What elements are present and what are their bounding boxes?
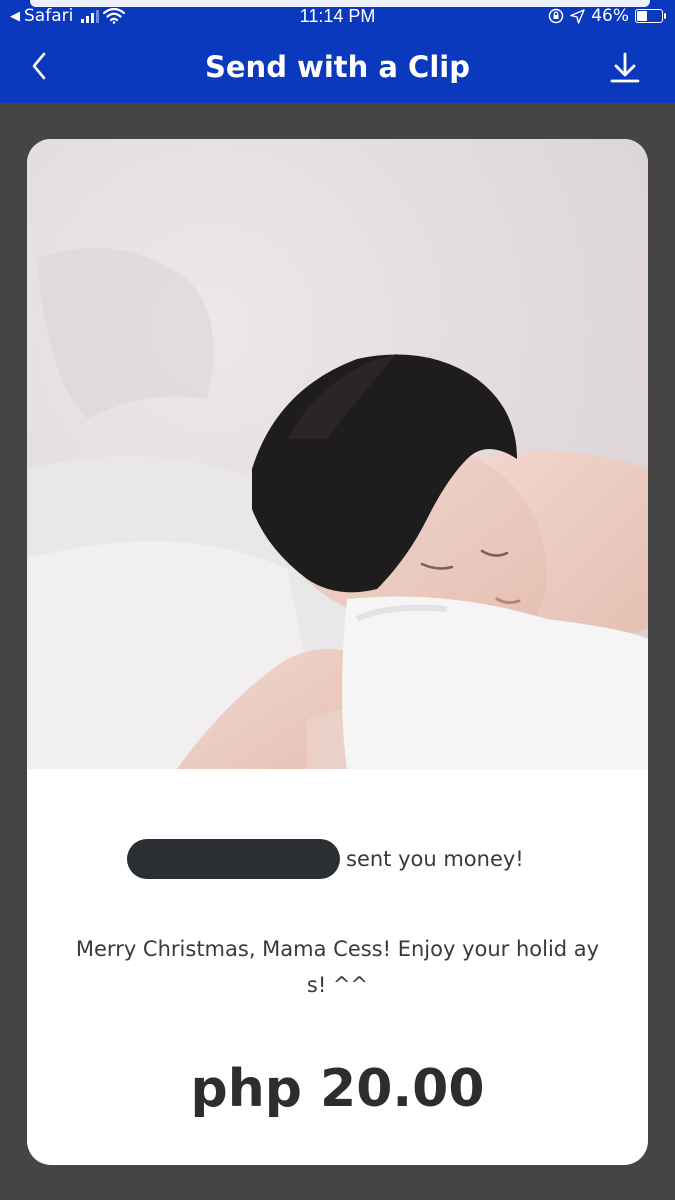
status-right-group: 46% [548, 6, 666, 26]
page-title: Send with a Clip [205, 50, 470, 84]
battery-level [637, 11, 648, 21]
location-arrow-icon [570, 8, 585, 24]
rotation-lock-icon [548, 8, 564, 24]
download-button[interactable] [607, 48, 643, 88]
clip-message: Merry Christmas, Mama Cess! Enjoy your h… [75, 937, 600, 997]
sender-suffix: sent you money! [346, 847, 524, 871]
app-header: ◀ Safari 11:14 PM 46% Send with a Clip [0, 0, 675, 103]
money-clip-card: sent you money! Merry Christmas, Mama Ce… [27, 139, 648, 1165]
amount-received: php 20.00 [190, 1059, 485, 1119]
download-icon [610, 52, 640, 83]
battery-icon [635, 9, 666, 23]
battery-percent: 46% [591, 6, 629, 26]
redacted-sender-name [127, 839, 340, 879]
clip-photo-illustration [27, 139, 648, 769]
status-bar: ◀ Safari 11:14 PM 46% [0, 6, 675, 30]
sender-row: sent you money! [27, 839, 648, 879]
clip-photo [27, 139, 648, 769]
nav-bar: Send with a Clip [0, 34, 675, 104]
